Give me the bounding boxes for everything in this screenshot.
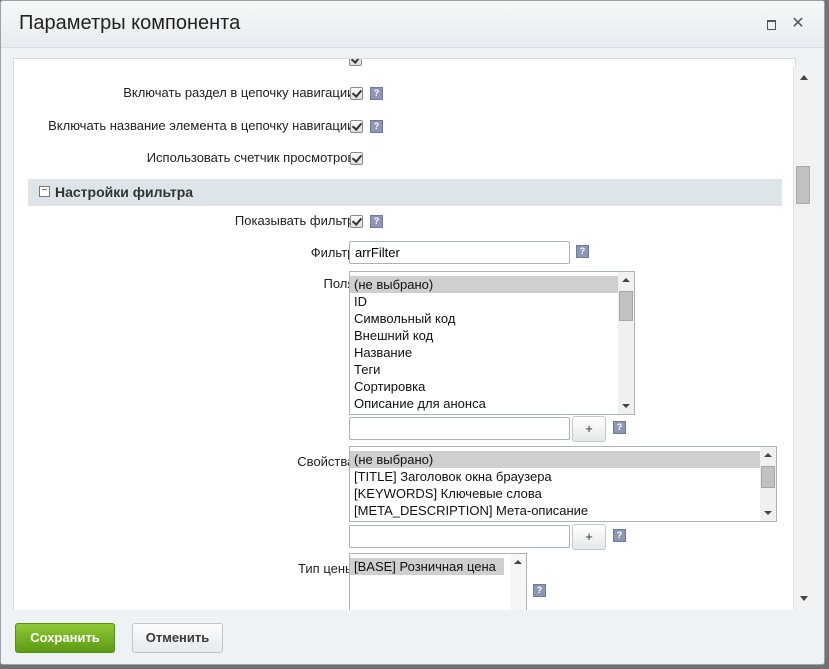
- list-option[interactable]: Внешний код: [350, 327, 634, 344]
- help-icon[interactable]: ?: [613, 529, 626, 542]
- scroll-down-icon[interactable]: [764, 511, 772, 515]
- properties-add-input[interactable]: [349, 525, 570, 548]
- scroll-thumb[interactable]: [619, 291, 633, 321]
- list-option[interactable]: [BASE] Розничная цена: [350, 558, 504, 575]
- list-option[interactable]: ID: [350, 293, 634, 310]
- include-section-nav-checkbox[interactable]: [350, 87, 363, 100]
- list-option[interactable]: Символьный код: [350, 310, 634, 327]
- use-view-counter-checkbox[interactable]: [350, 152, 363, 165]
- price-type-listbox[interactable]: [BASE] Розничная цена: [349, 553, 527, 611]
- list-option[interactable]: (не выбрано): [350, 451, 776, 468]
- content-scrollbar[interactable]: [793, 67, 813, 609]
- help-icon[interactable]: ?: [613, 421, 626, 434]
- save-button[interactable]: Сохранить: [15, 623, 115, 653]
- include-element-nav-checkbox[interactable]: [350, 120, 363, 133]
- cancel-button[interactable]: Отменить: [132, 623, 223, 653]
- help-icon[interactable]: ?: [370, 120, 383, 133]
- list-option[interactable]: Название: [350, 344, 634, 361]
- help-icon[interactable]: ?: [533, 584, 546, 597]
- filter-name-input[interactable]: [349, 241, 570, 264]
- fields-add-button[interactable]: +: [572, 416, 606, 442]
- list-option[interactable]: Сортировка: [350, 378, 634, 395]
- list-option[interactable]: Теги: [350, 361, 634, 378]
- dialog-footer: Сохранить Отменить: [1, 610, 824, 664]
- use-view-counter-label: Использовать счетчик просмотров:: [146, 150, 358, 165]
- list-option[interactable]: [KEYWORDS] Ключевые слова: [350, 485, 776, 502]
- properties-add-button[interactable]: +: [572, 524, 606, 550]
- help-icon[interactable]: ?: [576, 245, 589, 258]
- component-parameters-dialog: Параметры компонента ✕ Включать раздел в…: [0, 0, 825, 665]
- scroll-up-icon[interactable]: [800, 75, 808, 80]
- help-icon[interactable]: ?: [370, 215, 383, 228]
- scroll-thumb[interactable]: [796, 166, 810, 204]
- dialog-titlebar[interactable]: Параметры компонента ✕: [1, 1, 824, 48]
- fields-add-input[interactable]: [349, 417, 570, 440]
- properties-listbox[interactable]: (не выбрано) [TITLE] Заголовок окна брау…: [349, 446, 777, 522]
- list-option[interactable]: Описание для анонса: [350, 395, 634, 412]
- dialog-title: Параметры компонента: [19, 12, 241, 34]
- scroll-up-icon[interactable]: [764, 453, 772, 457]
- scroll-thumb[interactable]: [761, 466, 775, 488]
- scroll-up-icon[interactable]: [514, 560, 522, 564]
- list-option[interactable]: [META_DESCRIPTION] Мета-описание: [350, 502, 776, 519]
- listbox-scrollbar[interactable]: [510, 554, 526, 611]
- fields-listbox[interactable]: (не выбрано) ID Символьный код Внешний к…: [349, 271, 635, 415]
- scroll-up-icon[interactable]: [622, 278, 630, 282]
- close-icon[interactable]: ✕: [791, 16, 805, 32]
- maximize-icon[interactable]: [765, 17, 779, 31]
- dialog-content: Включать раздел в цепочку навигации: ? В…: [13, 58, 796, 612]
- list-option[interactable]: (не выбрано): [350, 276, 634, 293]
- partial-checkbox[interactable]: [349, 59, 362, 66]
- list-option[interactable]: [TITLE] Заголовок окна браузера: [350, 468, 776, 485]
- section-title: Настройки фильтра: [55, 184, 194, 200]
- listbox-scrollbar[interactable]: [760, 447, 776, 521]
- include-element-nav-label: Включать название элемента в цепочку нав…: [48, 118, 358, 133]
- filter-settings-section-header[interactable]: − Настройки фильтра: [28, 179, 782, 206]
- show-filter-label: Показывать фильтр:: [234, 213, 358, 228]
- scroll-down-icon[interactable]: [800, 596, 808, 601]
- listbox-scrollbar[interactable]: [618, 272, 634, 414]
- show-filter-checkbox[interactable]: [350, 215, 363, 228]
- include-section-nav-label: Включать раздел в цепочку навигации:: [123, 85, 358, 100]
- help-icon[interactable]: ?: [370, 87, 383, 100]
- collapse-icon[interactable]: −: [39, 186, 50, 197]
- scroll-down-icon[interactable]: [622, 404, 630, 408]
